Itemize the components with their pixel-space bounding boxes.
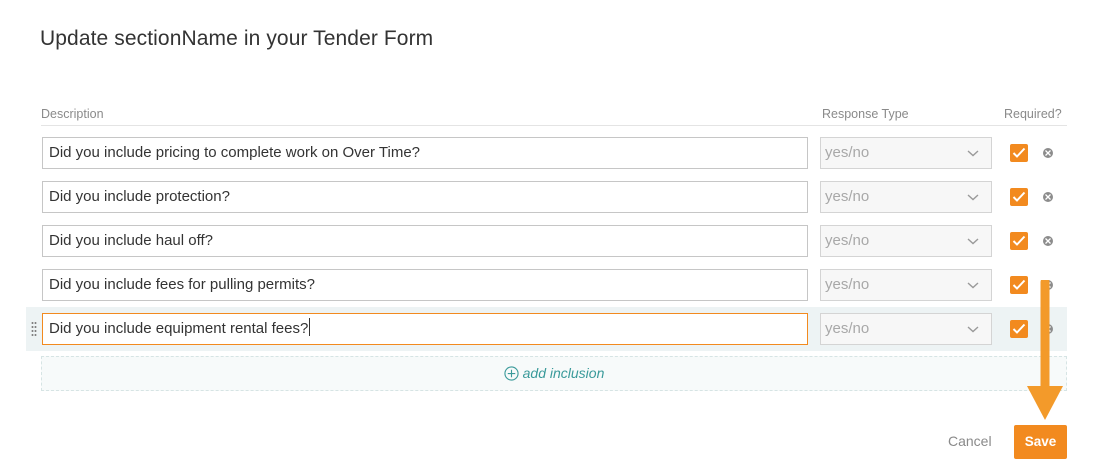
response-type-value: yes/no [825,320,870,337]
response-type-value: yes/no [825,144,870,161]
save-button[interactable]: Save [1014,425,1067,459]
description-text: Did you include pricing to complete work… [49,144,421,161]
inclusion-row: Did you include pricing to complete work… [0,131,1095,175]
description-text: Did you include equipment rental fees? [49,320,309,337]
response-type-select[interactable]: yes/no [820,269,992,301]
header-required: Required? [1004,107,1062,121]
drag-handle-icon[interactable] [31,321,37,337]
header-description: Description [41,107,104,121]
header-divider [41,125,1067,126]
cancel-button[interactable]: Cancel [948,433,992,449]
chevron-down-icon [967,326,979,333]
table-header: Description Response Type Required? [0,107,1095,125]
inclusion-row-active: Did you include equipment rental fees? y… [0,307,1095,351]
response-type-select[interactable]: yes/no [820,137,992,169]
chevron-down-icon [967,282,979,289]
inclusion-row: Did you include haul off? yes/no [0,219,1095,263]
pointer-arrow-annotation [1027,280,1063,420]
description-input[interactable]: Did you include haul off? [42,225,808,257]
remove-row-icon[interactable] [1043,236,1053,246]
remove-row-icon[interactable] [1043,192,1053,202]
check-icon [1012,191,1026,202]
response-type-select[interactable]: yes/no [820,181,992,213]
check-icon [1012,235,1026,246]
required-checkbox[interactable] [1010,144,1028,162]
response-type-select[interactable]: yes/no [820,313,992,345]
description-input[interactable]: Did you include protection? [42,181,808,213]
response-type-select[interactable]: yes/no [820,225,992,257]
description-input[interactable]: Did you include fees for pulling permits… [42,269,808,301]
description-text: Did you include haul off? [49,232,214,249]
check-icon [1012,147,1026,158]
chevron-down-icon [967,150,979,157]
chevron-down-icon [967,238,979,245]
inclusion-row: Did you include fees for pulling permits… [0,263,1095,307]
chevron-down-icon [967,194,979,201]
required-checkbox[interactable] [1010,232,1028,250]
description-text: Did you include protection? [49,188,230,205]
dialog-title: Update sectionName in your Tender Form [40,27,434,50]
response-type-value: yes/no [825,276,870,293]
remove-row-icon[interactable] [1043,148,1053,158]
text-cursor [309,318,311,336]
description-input[interactable]: Did you include pricing to complete work… [42,137,808,169]
required-checkbox[interactable] [1010,188,1028,206]
plus-circle-icon [504,366,519,381]
add-inclusion-button[interactable]: add inclusion [41,356,1067,391]
inclusion-row: Did you include protection? yes/no [0,175,1095,219]
description-input[interactable]: Did you include equipment rental fees? [42,313,808,345]
add-inclusion-label: add inclusion [522,365,605,381]
header-response-type: Response Type [822,107,909,121]
response-type-value: yes/no [825,232,870,249]
description-text: Did you include fees for pulling permits… [49,276,315,293]
response-type-value: yes/no [825,188,870,205]
